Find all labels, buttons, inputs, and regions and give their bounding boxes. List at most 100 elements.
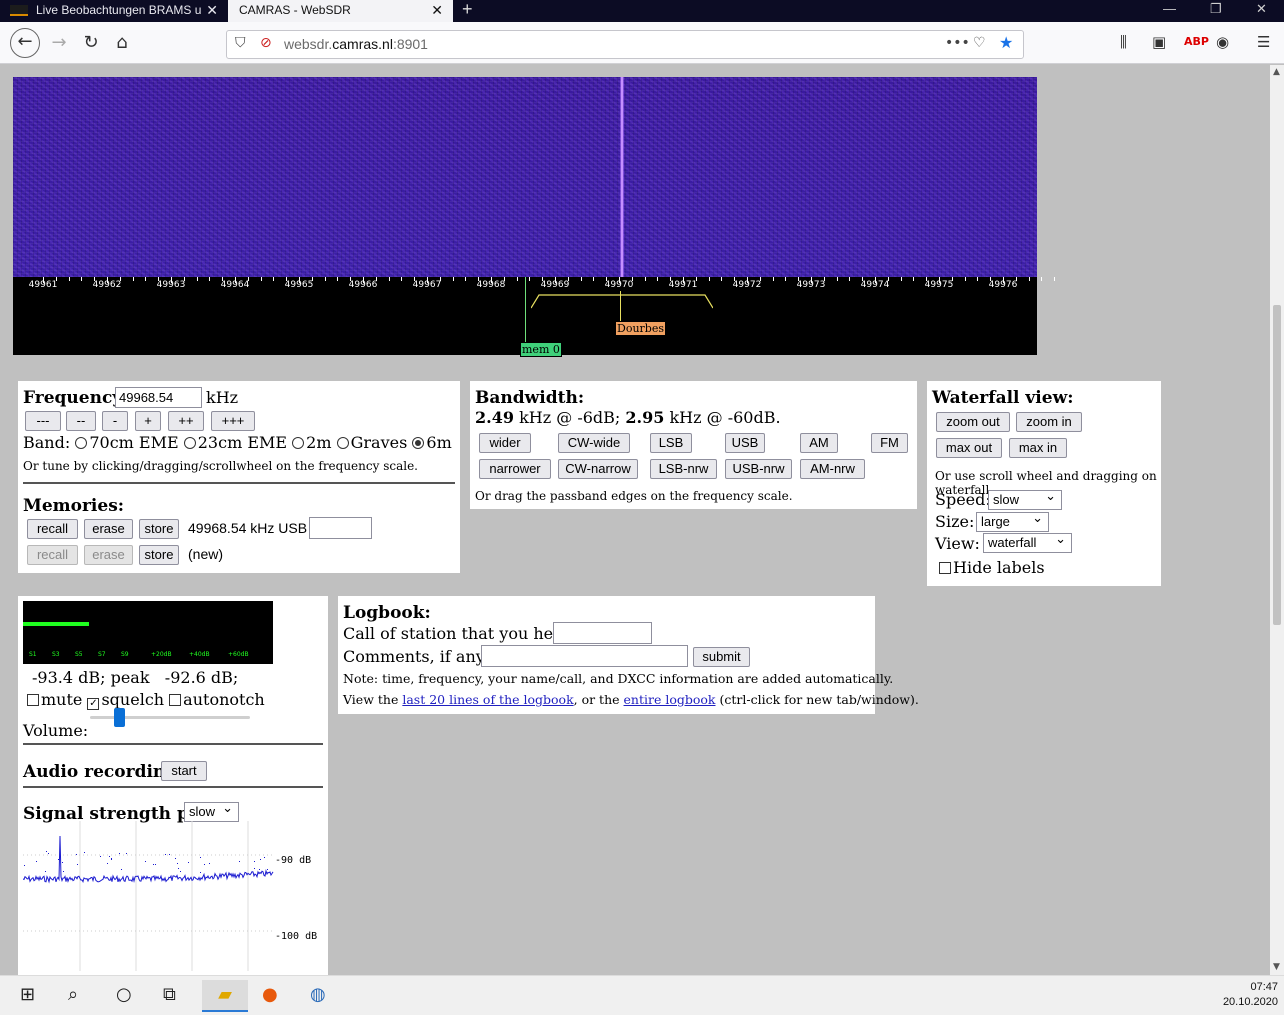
app-icon[interactable]: ◍ bbox=[310, 984, 326, 1005]
vertical-scrollbar[interactable]: ▲ ▼ bbox=[1270, 65, 1284, 975]
cw-wide-button[interactable]: CW-wide bbox=[558, 433, 630, 453]
back-arrow-icon[interactable]: ← bbox=[10, 28, 40, 58]
view-select[interactable]: waterfall bbox=[983, 531, 1072, 553]
comments-input[interactable] bbox=[481, 645, 688, 667]
fm-button[interactable]: FM bbox=[871, 433, 908, 453]
band-graves-option[interactable]: Graves bbox=[336, 433, 407, 452]
step-down-medium-button[interactable]: -- bbox=[66, 411, 96, 431]
insecure-lock-icon[interactable]: ⊘ bbox=[260, 35, 272, 51]
firefox-icon[interactable]: ● bbox=[262, 984, 278, 1005]
url-text[interactable]: websdr.camras.nl:8901 bbox=[284, 36, 428, 52]
am-button[interactable]: AM bbox=[800, 433, 838, 453]
plot-top-label: -90 dB bbox=[275, 855, 312, 866]
step-down-large-button[interactable]: --- bbox=[25, 411, 61, 431]
minimize-button[interactable]: — bbox=[1163, 1, 1176, 16]
passband-indicator[interactable] bbox=[531, 293, 713, 309]
shield-icon[interactable]: ⛉ bbox=[235, 35, 246, 51]
search-icon[interactable]: ⌕ bbox=[68, 984, 78, 1005]
signal-peak-dot bbox=[111, 859, 112, 860]
mute-option[interactable]: mute bbox=[27, 690, 82, 709]
bandwidth-panel: Bandwidth: 2.49 kHz @ -6dB; 2.95 kHz @ -… bbox=[470, 381, 917, 509]
adblock-icon[interactable]: ABP bbox=[1184, 35, 1209, 48]
lsb-narrow-button[interactable]: LSB-nrw bbox=[650, 459, 717, 479]
step-up-medium-button[interactable]: ++ bbox=[168, 411, 204, 431]
forward-arrow-icon[interactable]: → bbox=[46, 31, 72, 57]
step-up-large-button[interactable]: +++ bbox=[211, 411, 255, 431]
sidebar-icon[interactable]: ▣ bbox=[1152, 33, 1166, 51]
cw-narrow-button[interactable]: CW-narrow bbox=[558, 459, 638, 479]
library-icon[interactable]: ⫼ bbox=[1120, 33, 1127, 51]
band-70cm-option[interactable]: 70cm EME bbox=[75, 433, 179, 452]
window-close-button[interactable]: ✕ bbox=[1256, 1, 1267, 17]
reload-icon[interactable]: ↻ bbox=[78, 31, 104, 57]
call-input[interactable] bbox=[553, 622, 652, 644]
tab-websdr[interactable]: CAMRAS - WebSDR ✕ bbox=[228, 0, 453, 22]
scrollbar-thumb[interactable] bbox=[1273, 305, 1281, 625]
zoom-out-button[interactable]: zoom out bbox=[936, 412, 1010, 432]
task-view-icon[interactable]: ⧉ bbox=[163, 984, 176, 1005]
hide-labels-checkbox[interactable] bbox=[939, 562, 951, 574]
cortana-icon[interactable]: ○ bbox=[116, 984, 132, 1005]
menu-icon[interactable]: ☰ bbox=[1257, 33, 1270, 51]
band-23cm-option[interactable]: 23cm EME bbox=[183, 433, 287, 452]
url-bar[interactable]: ⛉ ⊘ websdr.camras.nl:8901 ••• ♡ ★ bbox=[226, 30, 1024, 59]
last-20-lines-link[interactable]: last 20 lines of the logbook bbox=[402, 692, 573, 707]
step-up-small-button[interactable]: + bbox=[135, 411, 161, 431]
tab-brams[interactable]: Live Beobachtungen BRAMS u ✕ bbox=[0, 0, 228, 22]
new-memory-recall-button[interactable]: recall bbox=[27, 545, 78, 565]
start-recording-button[interactable]: start bbox=[161, 761, 207, 781]
memory-recall-button[interactable]: recall bbox=[27, 519, 78, 539]
usb-button[interactable]: USB bbox=[725, 433, 765, 453]
memory-marker[interactable]: mem 0 bbox=[520, 342, 562, 357]
close-tab-icon[interactable]: ✕ bbox=[431, 0, 443, 20]
speed-label: Speed: bbox=[935, 490, 991, 509]
memory-erase-button[interactable]: erase bbox=[84, 519, 133, 539]
new-memory-erase-button[interactable]: erase bbox=[84, 545, 133, 565]
size-select[interactable]: large bbox=[976, 510, 1049, 532]
page-actions-icon[interactable]: ••• bbox=[945, 35, 970, 51]
max-out-button[interactable]: max out bbox=[936, 438, 1002, 458]
submit-button[interactable]: submit bbox=[693, 647, 750, 667]
station-marker[interactable]: Dourbes bbox=[615, 321, 666, 336]
scale-tick bbox=[196, 277, 198, 281]
band-2m-option[interactable]: 2m bbox=[292, 433, 332, 452]
volume-slider-thumb[interactable] bbox=[114, 708, 125, 727]
scroll-down-icon[interactable]: ▼ bbox=[1273, 962, 1280, 972]
step-down-small-button[interactable]: - bbox=[102, 411, 128, 431]
system-clock[interactable]: 07:47 20.10.2020 bbox=[1223, 980, 1278, 1010]
new-memory-store-button[interactable]: store bbox=[139, 545, 179, 565]
account-icon[interactable]: ◉ bbox=[1216, 33, 1229, 51]
am-narrow-button[interactable]: AM-nrw bbox=[800, 459, 865, 479]
home-icon[interactable]: ⌂ bbox=[109, 31, 135, 57]
band-6m-option[interactable]: 6m bbox=[412, 433, 452, 452]
max-in-button[interactable]: max in bbox=[1009, 438, 1067, 458]
pocket-icon[interactable]: ♡ bbox=[973, 35, 986, 51]
maximize-button[interactable]: ❐ bbox=[1210, 1, 1222, 17]
squelch-option[interactable]: ✓ squelch bbox=[87, 690, 164, 710]
plot-speed-select[interactable]: slow bbox=[184, 800, 239, 822]
scale-tick bbox=[1028, 277, 1030, 281]
signal-peak-dot bbox=[45, 871, 46, 872]
hide-labels-option[interactable]: Hide labels bbox=[939, 558, 1045, 577]
narrower-button[interactable]: narrower bbox=[479, 459, 551, 479]
usb-narrow-button[interactable]: USB-nrw bbox=[725, 459, 792, 479]
memory-name-input[interactable] bbox=[309, 517, 372, 539]
frequency-scale[interactable]: 49961 49962 49963 49964 49965 49966 49967 49968… bbox=[13, 277, 1056, 357]
new-tab-button[interactable]: + bbox=[462, 0, 473, 20]
divider bbox=[23, 482, 455, 484]
wider-button[interactable]: wider bbox=[479, 433, 531, 453]
lsb-button[interactable]: LSB bbox=[650, 433, 692, 453]
waterfall-display[interactable] bbox=[13, 77, 1037, 277]
signal-peak-dot bbox=[145, 861, 146, 862]
close-tab-icon[interactable]: ✕ bbox=[206, 0, 218, 20]
bookmark-star-icon[interactable]: ★ bbox=[999, 33, 1013, 52]
speed-select[interactable]: slow bbox=[988, 488, 1062, 510]
memory-store-button[interactable]: store bbox=[139, 519, 179, 539]
scroll-up-icon[interactable]: ▲ bbox=[1273, 67, 1280, 77]
frequency-input[interactable]: 49968.54 bbox=[115, 387, 202, 408]
autonotch-option[interactable]: autonotch bbox=[169, 690, 265, 709]
entire-logbook-link[interactable]: entire logbook bbox=[624, 692, 716, 707]
file-explorer-icon[interactable]: ▰ bbox=[202, 980, 248, 1012]
zoom-in-button[interactable]: zoom in bbox=[1016, 412, 1082, 432]
windows-start-icon[interactable]: ⊞ bbox=[20, 984, 35, 1005]
